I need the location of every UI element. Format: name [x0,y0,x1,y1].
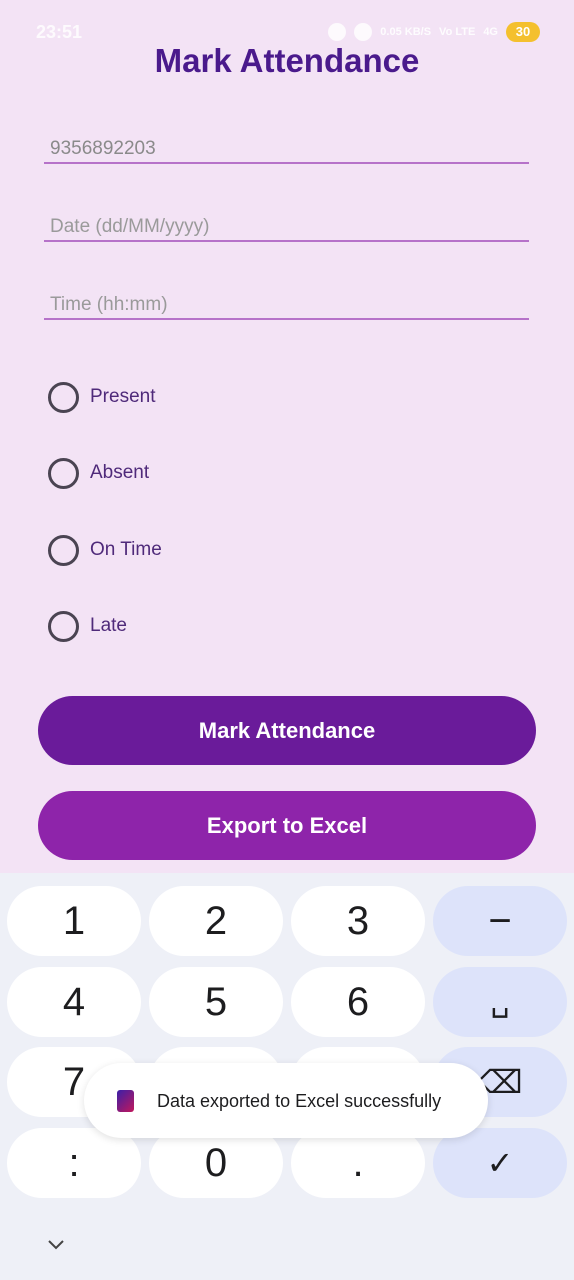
key-6[interactable]: 6 [291,967,425,1037]
date-field-wrapper [44,202,529,242]
check-icon[interactable]: ✓ [433,1128,567,1198]
key-minus[interactable]: − [433,886,567,956]
mute-icon [354,23,373,41]
key-3[interactable]: 3 [291,886,425,956]
radio-label: Absent [90,462,150,483]
status-time: 23:51 [36,22,83,42]
key-4[interactable]: 4 [7,967,141,1037]
radio-button-icon[interactable] [48,457,79,489]
signal-icon: 4G [483,26,498,38]
key-2[interactable]: 2 [149,886,283,956]
key-period[interactable]: . [291,1128,425,1198]
key-5[interactable]: 5 [149,967,283,1037]
date-input[interactable] [50,216,520,238]
radio-present[interactable]: Present [48,380,155,414]
key-0[interactable]: 0 [149,1128,283,1198]
phone-input[interactable] [50,138,520,160]
toast-notification: Data exported to Excel successfully [84,1063,488,1138]
radio-label: On Time [90,539,162,560]
page-title: Mark Attendance [154,42,420,79]
key-colon[interactable]: : [7,1128,141,1198]
radio-label: Late [90,615,127,636]
network-type: Vo LTE [439,26,476,38]
phone-field-wrapper [44,124,529,164]
time-field-wrapper [44,280,529,320]
space-key-icon[interactable]: ␣ [433,967,567,1037]
app-icon [117,1090,134,1112]
radio-button-icon[interactable] [48,534,79,566]
radio-on-time[interactable]: On Time [48,533,162,567]
radio-absent[interactable]: Absent [48,456,149,490]
network-speed: 0.05 KB/S [380,26,432,38]
radio-label: Present [90,386,156,407]
status-icons: 0.05 KB/S Vo LTE 4G 30 [328,22,540,42]
mark-attendance-button[interactable]: Mark Attendance [38,696,536,765]
time-input[interactable] [50,294,520,316]
export-excel-button[interactable]: Export to Excel [38,791,536,860]
radio-late[interactable]: Late [48,609,127,643]
chevron-down-icon[interactable] [44,1232,68,1256]
radio-button-icon[interactable] [48,610,79,642]
battery-icon: 30 [506,22,540,42]
alarm-icon [328,23,347,41]
radio-button-icon[interactable] [48,381,79,413]
key-1[interactable]: 1 [7,886,141,956]
toast-message: Data exported to Excel successfully [157,1091,442,1111]
